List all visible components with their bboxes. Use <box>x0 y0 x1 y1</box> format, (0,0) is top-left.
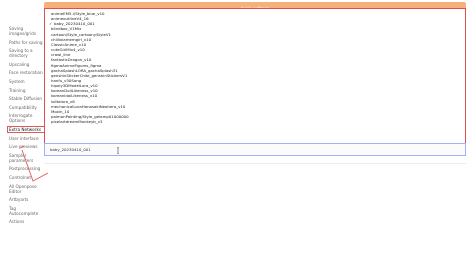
sidebar-item[interactable]: Upscaling <box>8 62 44 67</box>
sidebar-item[interactable]: Controlnet <box>8 175 44 180</box>
dropdown-option[interactable]: pixelartdreamMonkeyb_v3 <box>51 120 102 124</box>
sidebar-item[interactable]: Sampler parameters <box>8 153 44 163</box>
sidebar-item[interactable]: Extra Networks <box>6 125 46 134</box>
sidebar-item[interactable]: Artbyarts <box>8 197 44 202</box>
sidebar-item[interactable]: Tag Autocomplete <box>8 206 44 216</box>
extra-networks-dropdown[interactable]: animeEM5-l/Style_blue_v10 animeoutlineV4_… <box>44 8 466 144</box>
sidebar-item[interactable]: Actions <box>8 219 44 224</box>
sidebar-item[interactable]: Saving to a directory <box>8 48 44 58</box>
sidebar-item[interactable]: Training <box>8 88 44 93</box>
content-divider <box>44 163 466 164</box>
sidebar-item[interactable]: Saving images/grids <box>8 26 44 36</box>
sidebar-item[interactable]: Stable Diffusion <box>8 96 44 101</box>
sidebar-item[interactable]: User interface <box>8 136 44 141</box>
sidebar-item[interactable]: All Openpose Editor <box>8 184 44 194</box>
settings-sidebar: Saving images/grids Paths for saving Savin… <box>6 26 46 228</box>
dropdown-option-label: pixelartdreamMonkeyb_v3 <box>51 119 103 125</box>
sidebar-item[interactable]: Face restoration <box>8 70 44 75</box>
text-cursor-icon <box>117 147 119 154</box>
sidebar-item[interactable]: Paths for saving <box>8 40 44 45</box>
sidebar-item[interactable]: System <box>8 79 44 84</box>
sidebar-item[interactable]: Live previews <box>8 144 44 149</box>
sidebar-item[interactable]: Interrogate Options <box>8 113 44 123</box>
sidebar-item[interactable]: Compatibility <box>8 105 44 110</box>
extra-networks-input-value: baby_20230410_001 <box>50 147 91 152</box>
extra-networks-input[interactable]: baby_20230410_001 <box>44 143 466 156</box>
sidebar-item[interactable]: Postprocessing <box>8 166 44 171</box>
